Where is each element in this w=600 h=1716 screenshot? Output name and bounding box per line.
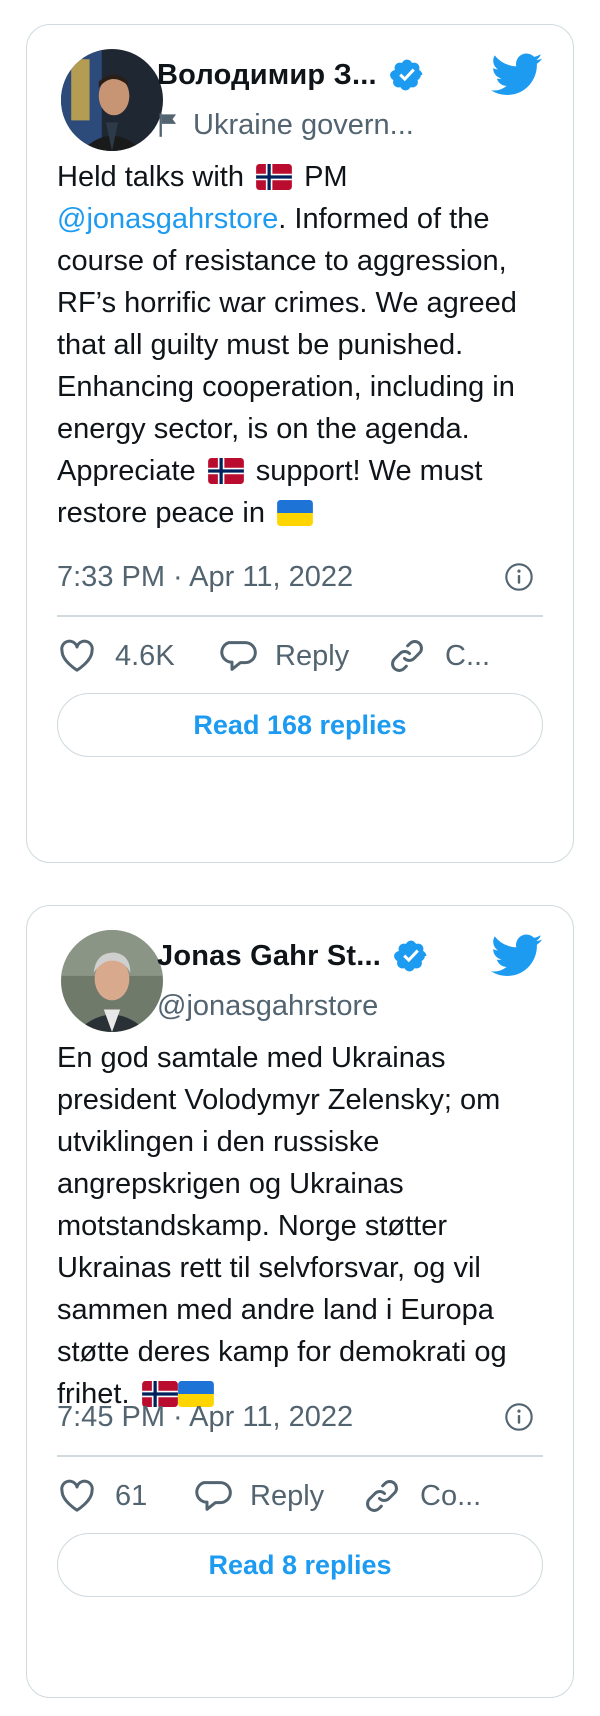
info-icon[interactable] <box>503 561 535 593</box>
tweet-meta: 7:45 PM · Apr 11, 2022 <box>57 1395 535 1439</box>
read-replies-button[interactable]: Read 168 replies <box>57 693 543 757</box>
mention-link[interactable]: @jonasgahrstore <box>57 203 278 235</box>
link-icon <box>387 636 427 676</box>
ukraine-flag-icon <box>277 500 313 526</box>
info-icon[interactable] <box>503 1401 535 1433</box>
tweet-card: Володимир З... Ukraine govern... Held ta… <box>26 24 574 863</box>
reply-label: Reply <box>250 1479 325 1512</box>
tweet-text: Held talks with PM @jonasgahrstore. Info… <box>57 161 517 529</box>
like-count: 4.6K <box>115 639 175 672</box>
copy-link-button[interactable]: Co... <box>362 1476 481 1516</box>
reply-button[interactable]: Reply <box>192 1476 362 1516</box>
read-replies-button[interactable]: Read 8 replies <box>57 1533 543 1597</box>
link-icon <box>362 1476 402 1516</box>
like-button[interactable]: 4.6K <box>57 636 217 676</box>
divider <box>57 615 543 617</box>
like-count: 61 <box>115 1479 148 1512</box>
author-subtitle[interactable]: Ukraine govern... <box>193 109 414 142</box>
reply-icon <box>217 636 257 676</box>
copy-label: C... <box>445 639 491 672</box>
divider <box>57 1455 543 1457</box>
flag-icon <box>159 113 177 137</box>
action-bar: 4.6K Reply C... <box>57 631 553 681</box>
reply-icon <box>192 1476 232 1516</box>
avatar[interactable] <box>61 49 163 151</box>
copy-link-button[interactable]: C... <box>387 636 490 676</box>
heart-icon <box>57 636 97 676</box>
like-button[interactable]: 61 <box>57 1476 192 1516</box>
verified-icon <box>393 938 429 974</box>
norway-flag-icon <box>208 458 244 484</box>
norway-flag-icon <box>256 164 292 190</box>
verified-icon <box>389 57 425 93</box>
action-bar: 61 Reply Co... <box>57 1471 553 1521</box>
copy-label: Co... <box>420 1479 482 1512</box>
reply-button[interactable]: Reply <box>217 636 387 676</box>
twitter-logo-icon[interactable] <box>491 53 543 97</box>
avatar[interactable] <box>61 930 163 1032</box>
tweet-meta: 7:33 PM · Apr 11, 2022 <box>57 555 535 599</box>
twitter-logo-icon[interactable] <box>491 934 543 978</box>
author-name[interactable]: Jonas Gahr St... <box>157 940 381 973</box>
author-handle[interactable]: @jonasgahrstore <box>157 990 378 1023</box>
author-name[interactable]: Володимир З... <box>157 59 377 92</box>
tweet-card: Jonas Gahr St... @jonasgahrstore En god … <box>26 905 574 1698</box>
timestamp[interactable]: 7:33 PM · Apr 11, 2022 <box>57 561 353 594</box>
tweet-text: En god samtale med Ukrainas president Vo… <box>57 1042 507 1410</box>
reply-label: Reply <box>275 639 350 672</box>
heart-icon <box>57 1476 97 1516</box>
timestamp[interactable]: 7:45 PM · Apr 11, 2022 <box>57 1401 353 1434</box>
